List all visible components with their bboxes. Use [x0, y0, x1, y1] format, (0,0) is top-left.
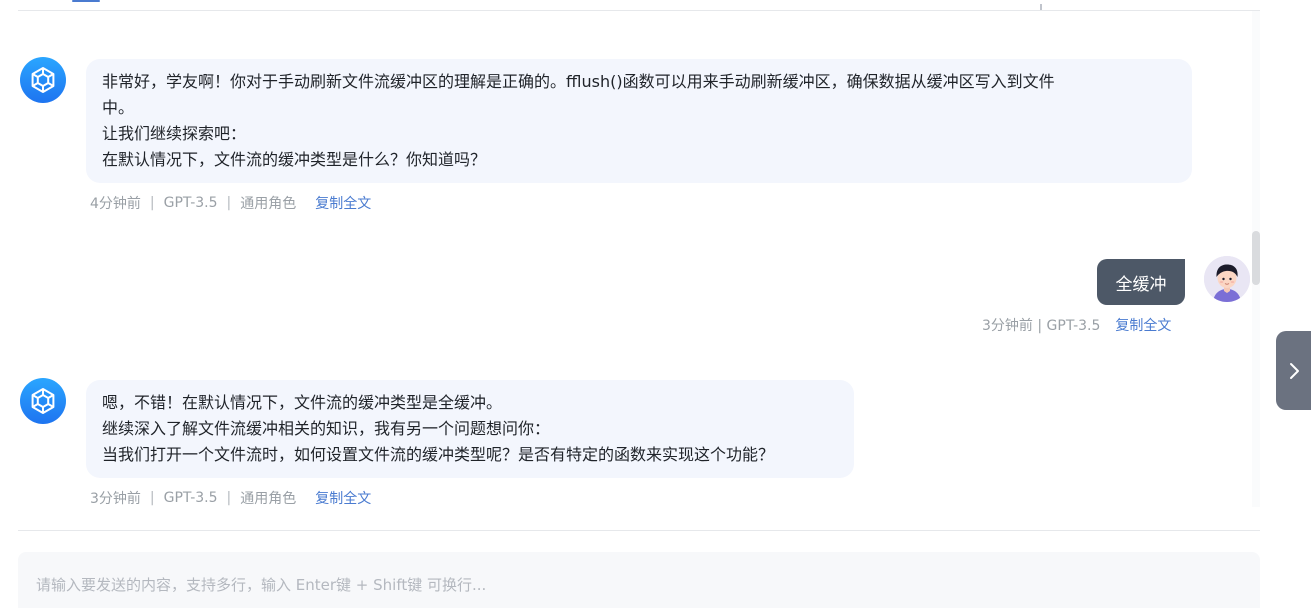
openai-logo-icon	[20, 378, 66, 424]
message-time-model: 3分钟前 | GPT-3.5	[982, 318, 1101, 334]
message-role: 通用角色	[240, 491, 297, 507]
active-tab-indicator	[72, 0, 100, 2]
message-text-line: 当我们打开一个文件流时，如何设置文件流的缓冲类型呢？是否有特定的函数来实现这个功…	[102, 445, 775, 464]
copy-all-button[interactable]: 复制全文	[315, 193, 371, 213]
user-avatar-icon	[1204, 256, 1250, 302]
message-text-line: 中。	[102, 98, 135, 117]
user-message-text: 全缓冲	[1115, 274, 1167, 295]
side-panel-toggle-button[interactable]	[1276, 331, 1311, 410]
message-model: GPT-3.5	[163, 490, 218, 506]
input-divider	[18, 530, 1260, 531]
assistant-message-bubble: 非常好，学友啊！你对于手动刷新文件流缓冲区的理解是正确的。fflush()函数可…	[86, 59, 1192, 183]
message-text-line: 在默认情况下，文件流的缓冲类型是什么？你知道吗？	[102, 150, 487, 169]
chevron-right-icon	[1289, 362, 1299, 379]
message-time: 4分钟前	[90, 196, 141, 212]
message-text-line: 让我们继续探索吧：	[102, 124, 247, 143]
top-marker	[1040, 4, 1042, 10]
meta-separator: |	[226, 195, 232, 211]
message-input[interactable]	[18, 552, 1260, 608]
assistant-message-bubble: 嗯，不错！在默认情况下，文件流的缓冲类型是全缓冲。 继续深入了解文件流缓冲相关的…	[86, 380, 854, 478]
message-time: 3分钟前	[90, 491, 141, 507]
message-text-line: 嗯，不错！在默认情况下，文件流的缓冲类型是全缓冲。	[102, 393, 503, 412]
scrollbar-thumb[interactable]	[1252, 231, 1260, 285]
message-input-box	[18, 552, 1260, 608]
message-meta: 4分钟前 | GPT-3.5 | 通用角色 复制全文	[90, 193, 371, 213]
message-meta: 3分钟前 | GPT-3.5 复制全文	[982, 315, 1171, 335]
chat-history[interactable]: 非常好，学友啊！你对于手动刷新文件流缓冲区的理解是正确的。fflush()函数可…	[0, 11, 1252, 507]
message-meta: 3分钟前 | GPT-3.5 | 通用角色 复制全文	[90, 488, 371, 507]
copy-all-button[interactable]: 复制全文	[315, 488, 371, 507]
copy-all-button[interactable]: 复制全文	[1115, 315, 1171, 335]
meta-separator: |	[149, 195, 155, 211]
user-message-bubble: 全缓冲	[1097, 259, 1185, 305]
meta-separator: |	[149, 490, 155, 506]
message-text-line: 继续深入了解文件流缓冲相关的知识，我有另一个问题想问你：	[102, 419, 551, 438]
message-model: GPT-3.5	[163, 195, 218, 211]
message-role: 通用角色	[240, 196, 297, 212]
openai-logo-icon	[20, 57, 66, 103]
message-text-line: 非常好，学友啊！你对于手动刷新文件流缓冲区的理解是正确的。fflush()函数可…	[102, 72, 1055, 91]
meta-separator: |	[226, 490, 232, 506]
